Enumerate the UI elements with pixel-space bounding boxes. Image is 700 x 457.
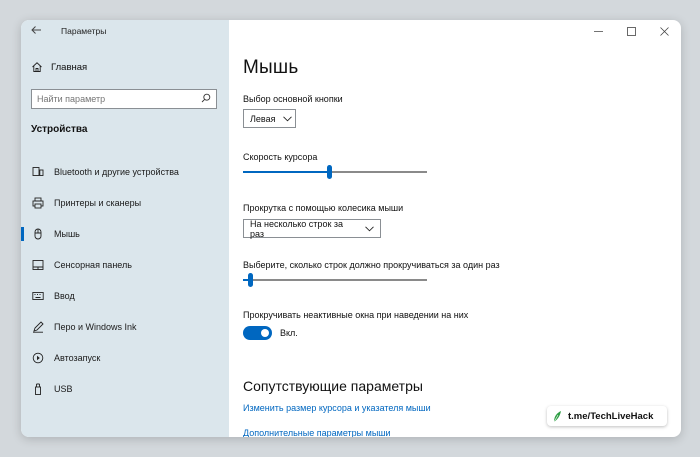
telegram-watermark: t.me/TechLiveHack [547, 406, 667, 426]
page-title: Мышь [243, 57, 299, 78]
search-box[interactable] [31, 89, 217, 109]
bluetooth-device-icon [32, 166, 44, 178]
keyboard-icon [32, 290, 44, 302]
leaf-logo-icon [552, 410, 562, 423]
sidebar-item-printers[interactable]: Принтеры и сканеры [21, 187, 229, 218]
slider-thumb[interactable] [248, 273, 253, 287]
slider-thumb[interactable] [327, 165, 332, 179]
lines-to-scroll-label: Выберите, сколько строк должно прокручив… [243, 260, 500, 270]
inactive-scroll-label: Прокручивать неактивные окна при наведен… [243, 310, 469, 320]
sidebar-home[interactable]: Главная [31, 61, 87, 73]
search-input[interactable] [37, 94, 201, 104]
additional-mouse-options-link[interactable]: Дополнительные параметры мыши [243, 428, 391, 437]
primary-button-dropdown[interactable]: Левая [243, 109, 296, 128]
scroll-mode-dropdown[interactable]: На несколько строк за раз [243, 218, 381, 239]
sidebar-item-label: Принтеры и сканеры [54, 197, 142, 208]
inactive-scroll-toggle[interactable] [243, 326, 272, 340]
watermark-prefix: t.me/ [568, 410, 591, 422]
home-label: Главная [51, 61, 88, 73]
section-title: Устройства [31, 124, 88, 135]
toggle-state-label: Вкл. [280, 328, 298, 338]
home-icon [31, 61, 43, 73]
sidebar-item-label: Мышь [54, 228, 80, 239]
cursor-speed-slider[interactable] [243, 165, 427, 179]
sidebar-item-typing[interactable]: Ввод [21, 280, 229, 311]
scroll-mode-label: Прокрутка с помощью колесика мыши [243, 203, 404, 213]
sidebar-item-label: Bluetooth и другие устройства [54, 166, 179, 177]
cursor-speed-label: Скорость курсора [243, 152, 318, 162]
mouse-icon [32, 228, 44, 240]
chevron-down-icon [283, 114, 293, 124]
title-bar: Параметры [21, 20, 229, 42]
search-icon[interactable] [201, 93, 211, 105]
sidebar: Параметры Главная Устройства Bluetooth и… [21, 20, 229, 437]
pen-icon [32, 320, 44, 333]
sidebar-item-label: Автозапуск [54, 352, 101, 363]
lines-to-scroll-slider[interactable] [243, 273, 427, 287]
toggle-knob [261, 329, 269, 337]
printer-icon [32, 197, 44, 209]
sidebar-item-mouse[interactable]: Мышь [21, 218, 229, 249]
usb-icon [32, 383, 44, 395]
sidebar-item-autoplay[interactable]: Автозапуск [21, 342, 229, 373]
sidebar-item-label: Ввод [54, 290, 75, 301]
watermark-text: t.me/TechLiveHack [568, 411, 653, 422]
chevron-down-icon [365, 224, 374, 234]
sidebar-item-bluetooth[interactable]: Bluetooth и другие устройства [21, 156, 229, 187]
sidebar-item-label: USB [54, 383, 73, 394]
sidebar-item-pen[interactable]: Перо и Windows Ink [21, 311, 229, 342]
sidebar-item-label: Перо и Windows Ink [54, 321, 137, 332]
related-settings-title: Сопутствующие параметры [243, 378, 423, 394]
main-content: Мышь Выбор основной кнопки Левая Скорост… [243, 20, 681, 437]
dropdown-value: На несколько строк за раз [250, 218, 344, 239]
primary-button-label: Выбор основной кнопки [243, 94, 343, 104]
watermark-brand: TechLiveHack [590, 410, 654, 422]
slider-track [243, 279, 427, 281]
sidebar-item-touchpad[interactable]: Сенсорная панель [21, 249, 229, 280]
sidebar-item-usb[interactable]: USB [21, 373, 229, 404]
dropdown-value: Левая [250, 113, 276, 124]
cursor-size-link[interactable]: Изменить размер курсора и указателя мыши [243, 403, 431, 413]
slider-fill [243, 171, 329, 173]
sidebar-nav: Bluetooth и другие устройства Принтеры и… [21, 156, 229, 404]
autoplay-icon [32, 352, 44, 364]
sidebar-item-label: Сенсорная панель [54, 259, 132, 270]
app-title: Параметры [61, 26, 107, 36]
touchpad-icon [32, 259, 44, 271]
back-arrow-icon[interactable] [29, 23, 43, 37]
inactive-scroll-row: Вкл. [243, 326, 298, 340]
settings-window: Параметры Главная Устройства Bluetooth и… [21, 20, 681, 437]
